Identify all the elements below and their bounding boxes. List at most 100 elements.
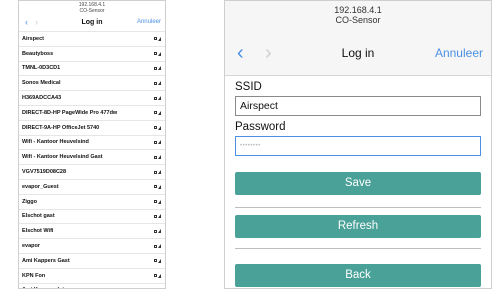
lock-icon	[154, 81, 157, 85]
network-row[interactable]: evapor	[19, 238, 165, 253]
network-name: Wifi - Kantoor Heuvelsind Gast	[22, 154, 103, 161]
wifi-signal-icon	[158, 110, 161, 115]
network-row[interactable]: TMNL-0D3CD1	[19, 60, 165, 76]
page-title: Log in	[81, 19, 103, 26]
network-icons	[154, 229, 161, 234]
network-icons	[154, 66, 161, 71]
network-row[interactable]: Wifi - Kantoor Heuvelsind Gast	[19, 149, 165, 164]
network-icons	[154, 214, 161, 219]
network-icons	[154, 36, 161, 41]
network-row[interactable]: Ziggo	[19, 193, 165, 209]
network-name: Ami Kappers Gast	[22, 257, 70, 264]
wifi-signal-icon	[158, 273, 161, 278]
lock-icon	[154, 170, 157, 174]
password-input[interactable]: ••••••••	[235, 136, 481, 156]
network-name: Beautyboss	[22, 50, 54, 57]
wifi-signal-icon	[158, 214, 161, 219]
lock-icon	[154, 214, 157, 218]
browser-header: 192.168.4.1 CO-Sensor ‹ › Log in Annulee…	[225, 1, 491, 76]
refresh-button[interactable]: Refresh	[235, 215, 481, 238]
network-name: DIRECT-9A-HP OfficeJet 5740	[22, 124, 100, 131]
wifi-signal-icon	[158, 81, 161, 86]
network-name: Ziggo	[22, 198, 37, 205]
network-icons	[154, 96, 161, 101]
network-row[interactable]: Sonos Medical	[19, 75, 165, 90]
lock-icon	[154, 200, 157, 204]
lock-icon	[154, 244, 157, 248]
chevron-left-icon[interactable]: ‹	[237, 41, 244, 65]
network-row[interactable]: KPN Fon	[19, 267, 165, 283]
chevron-left-icon[interactable]: ‹	[25, 16, 28, 29]
ssid-label: SSID	[235, 81, 262, 93]
network-icons	[154, 273, 161, 278]
network-row[interactable]: evapor_Guest	[19, 178, 165, 194]
network-name: H369ADCCA43	[22, 95, 62, 102]
network-row[interactable]: DIRECT-9A-HP OfficeJet 5740	[19, 119, 165, 135]
header-app-name: CO-Sensor	[335, 15, 381, 25]
network-list-screen: 192.168.4.1 CO-Sensor ‹ › Log in Annulee…	[18, 0, 166, 289]
wifi-signal-icon	[158, 170, 161, 175]
network-row[interactable]: H369ADCCA43	[19, 90, 165, 105]
network-row[interactable]: Ami Kappers Gast	[19, 252, 165, 268]
network-name: DIRECT-8D-HP PageWide Pro 477dw	[22, 109, 118, 116]
network-row[interactable]: Wifi - Kantoor Heuvelsind	[19, 134, 165, 150]
lock-icon	[154, 37, 157, 41]
lock-icon	[154, 185, 157, 189]
network-icons	[154, 199, 161, 204]
network-row[interactable]: Ami Kappers Intern	[19, 282, 165, 288]
lock-icon	[154, 126, 157, 130]
cancel-button[interactable]: Annuleer	[435, 41, 483, 65]
network-icons	[154, 258, 161, 263]
network-row[interactable]: VGV7519D08C28	[19, 164, 165, 179]
network-row[interactable]: Beautyboss	[19, 45, 165, 61]
cancel-button[interactable]: Annuleer	[137, 16, 161, 29]
lock-icon	[154, 155, 157, 159]
network-name: Elschot gast	[22, 213, 55, 220]
network-name: VGV7519D08C28	[22, 169, 67, 176]
login-screen: 192.168.4.1 CO-Sensor ‹ › Log in Annulee…	[224, 0, 492, 289]
network-icons	[154, 155, 161, 160]
network-row[interactable]: Elschot Wifi	[19, 223, 165, 238]
login-form: SSID Airspect Password •••••••• Save Ref…	[225, 80, 491, 287]
network-icons	[154, 140, 161, 145]
save-button[interactable]: Save	[235, 172, 481, 195]
network-icons	[154, 110, 161, 115]
ssid-input[interactable]: Airspect	[235, 96, 481, 116]
wifi-signal-icon	[158, 258, 161, 263]
wifi-signal-icon	[158, 125, 161, 130]
wifi-signal-icon	[158, 155, 161, 160]
back-button[interactable]: Back	[235, 264, 481, 287]
network-list: Airspect Beautyboss TMNL-0D3CD1 Sonos Medic…	[19, 31, 165, 288]
password-label: Password	[235, 121, 286, 133]
chevron-right-icon[interactable]: ›	[35, 16, 38, 29]
network-icons	[154, 244, 161, 249]
network-name: TMNL-0D3CD1	[22, 65, 61, 72]
network-row[interactable]: Elschot gast	[19, 208, 165, 224]
network-icons	[154, 125, 161, 130]
header-app-name: CO-Sensor	[79, 8, 105, 14]
network-icons	[154, 51, 161, 56]
network-row[interactable]: Airspect	[19, 31, 165, 46]
lock-icon	[154, 274, 157, 278]
lock-icon	[154, 66, 157, 70]
network-icons	[154, 170, 161, 175]
wifi-signal-icon	[158, 229, 161, 234]
network-name: Sonos Medical	[22, 80, 61, 87]
wifi-signal-icon	[158, 66, 161, 71]
wifi-signal-icon	[158, 199, 161, 204]
network-icons	[154, 81, 161, 86]
header-ip-text: 192.168.4.1	[334, 5, 382, 15]
lock-icon	[154, 52, 157, 56]
page-title: Log in	[341, 46, 375, 60]
network-name: KPN Fon	[22, 272, 46, 279]
chevron-right-icon[interactable]: ›	[265, 41, 272, 65]
lock-icon	[154, 140, 157, 144]
nav-bar: ‹ › Log in Annuleer	[225, 41, 491, 65]
network-row[interactable]: DIRECT-8D-HP PageWide Pro 477dw	[19, 104, 165, 120]
wifi-signal-icon	[158, 36, 161, 41]
network-name: evapor	[22, 243, 41, 250]
